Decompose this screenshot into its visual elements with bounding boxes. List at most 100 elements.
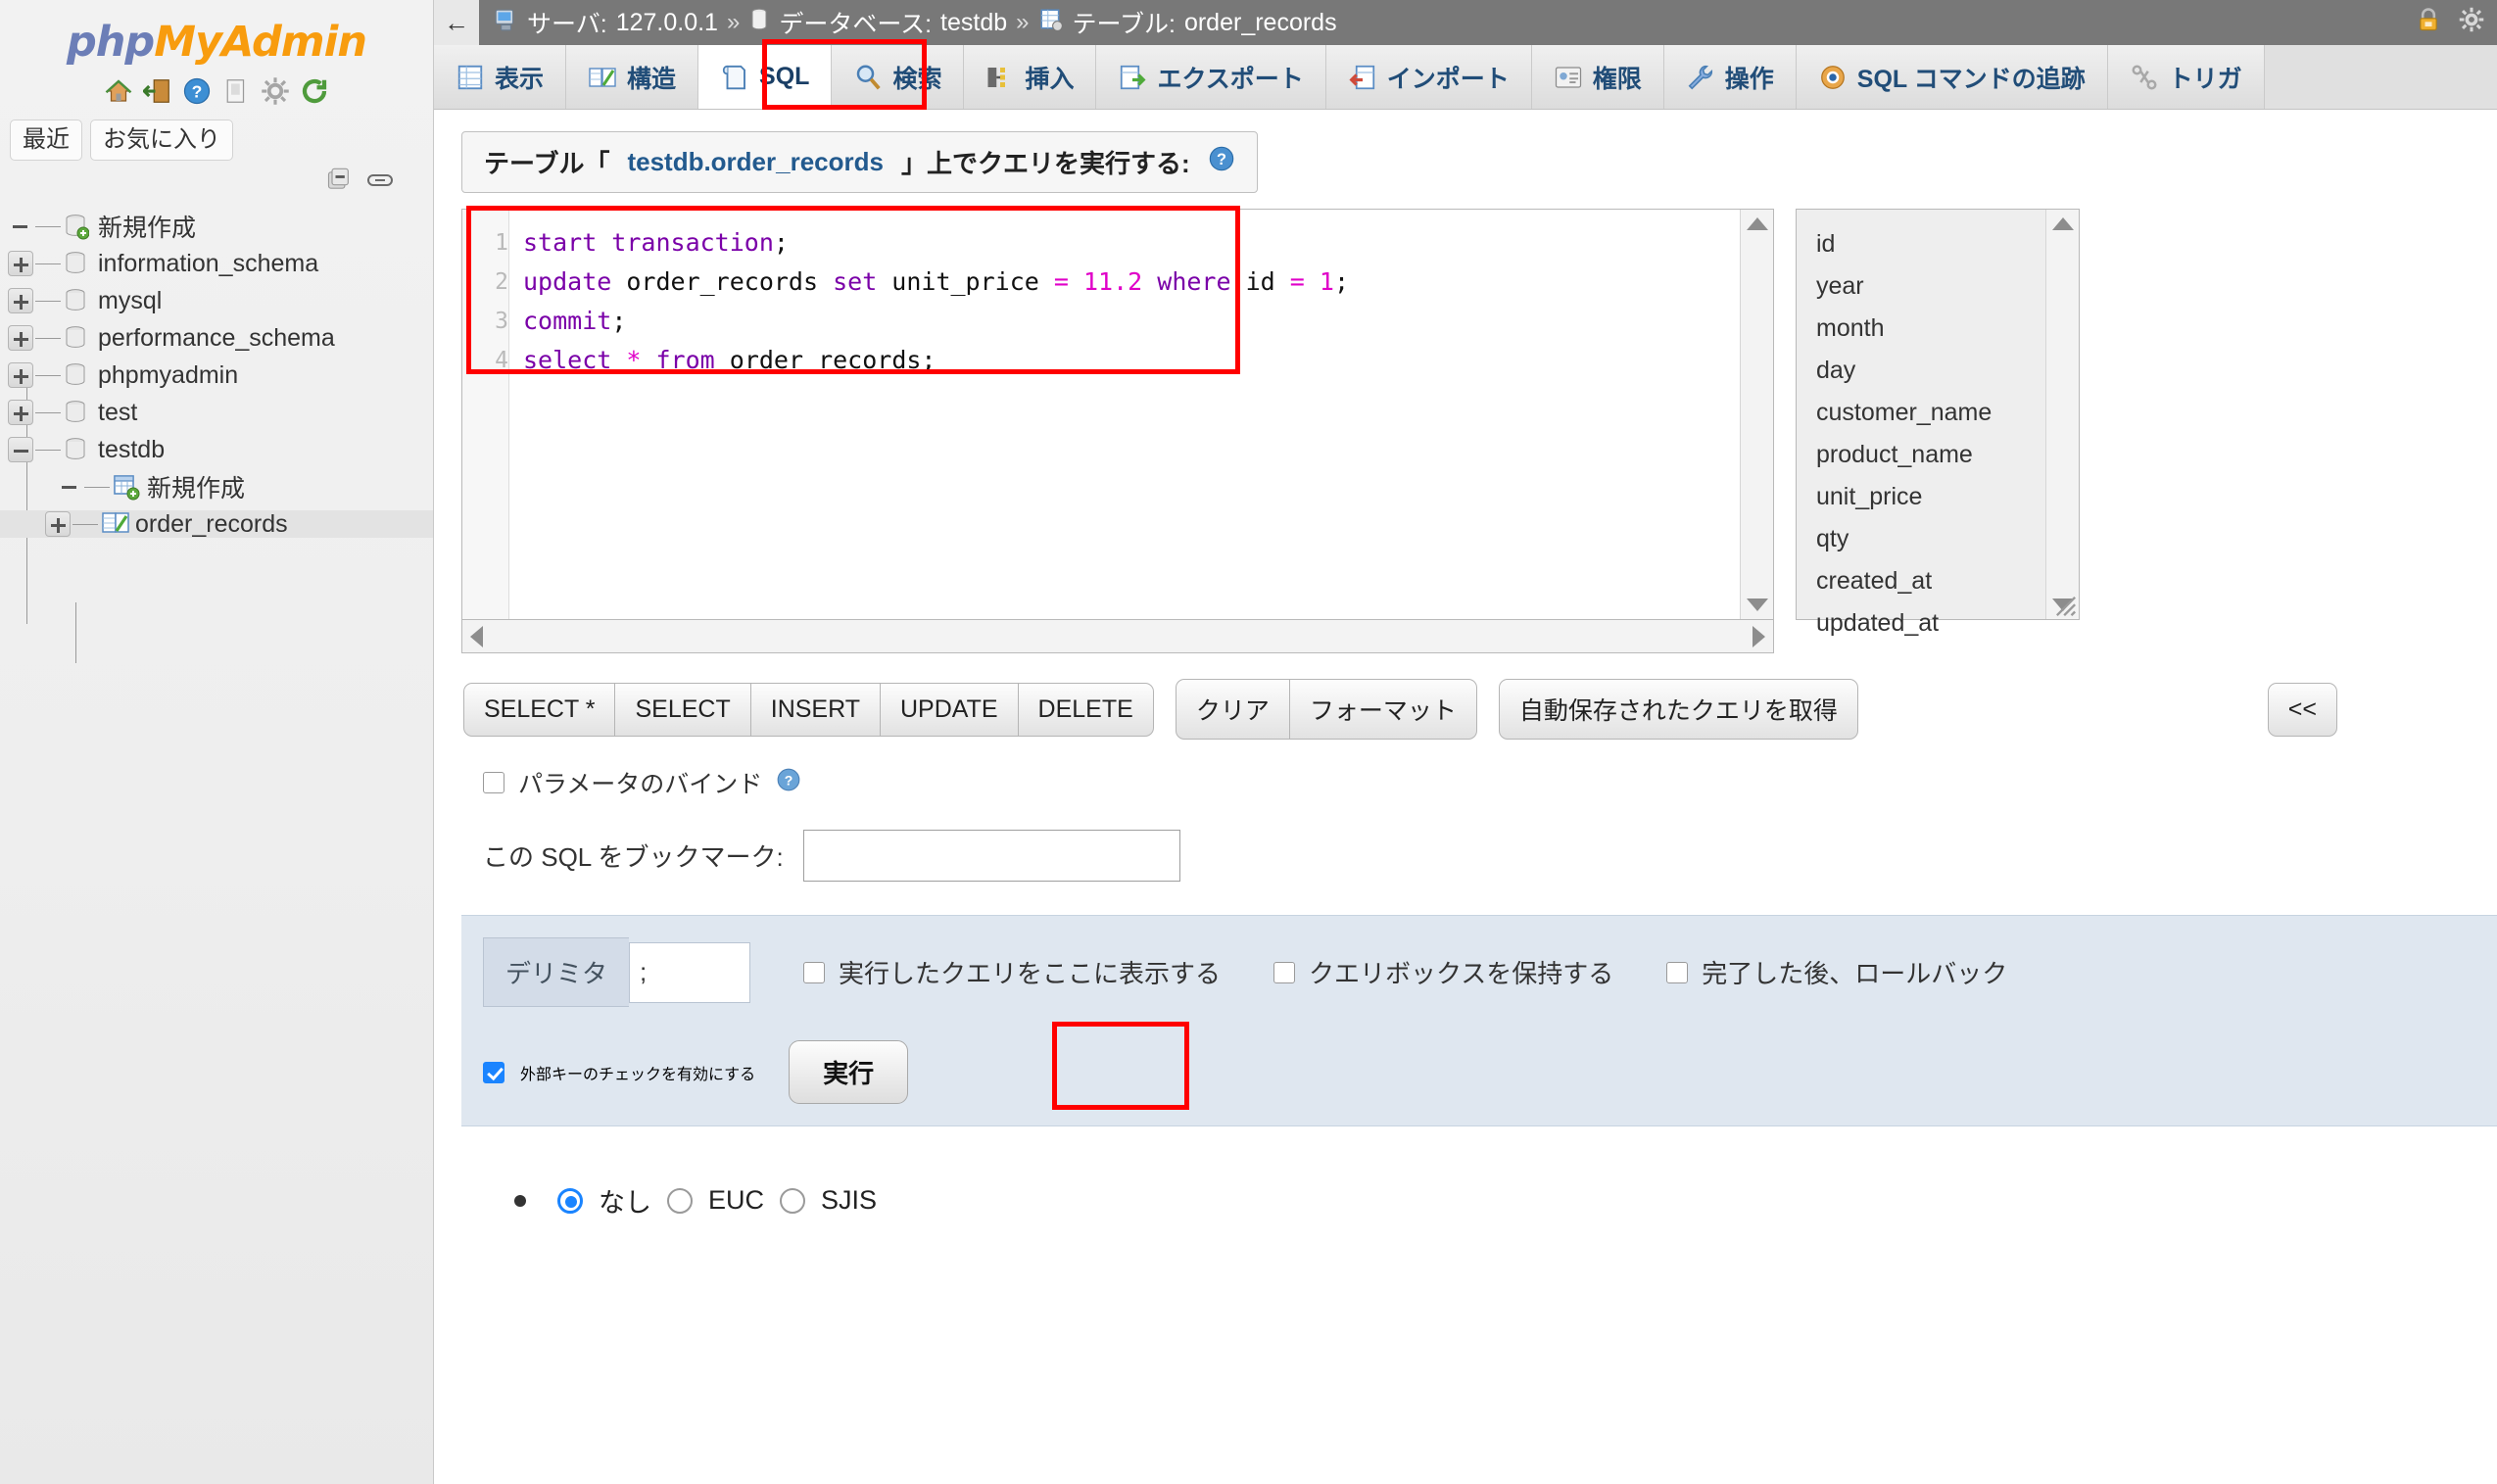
help-icon[interactable]: ? [776,767,801,799]
sql-code[interactable]: start transaction; update order_records s… [509,210,1740,619]
charset-radio-sjis[interactable] [780,1187,806,1214]
tab-insert[interactable]: 挿入 [964,45,1097,109]
breadcrumb-db-label: データベース: [779,11,933,38]
show-query-option[interactable]: 実行したクエリをここに表示する [803,954,1221,990]
list-bullet [514,1194,526,1207]
tree-connector [35,300,61,302]
tree-toggle-collapse[interactable] [8,437,33,463]
tab-operations[interactable]: 操作 [1663,45,1797,109]
charset-radio-none[interactable] [557,1187,583,1214]
tab-import[interactable]: インポート [1325,45,1532,109]
delete-button[interactable]: DELETE [1018,682,1154,737]
tree-item-new-table[interactable]: 新規作成 [0,473,433,503]
tab-export[interactable]: エクスポート [1096,45,1326,109]
tab-search[interactable]: 検索 [832,45,965,109]
settings-icon[interactable] [261,76,290,106]
tree-toggle-expand[interactable] [8,362,33,389]
tree-item-performance-schema[interactable]: performance_schema [0,324,433,352]
recent-tab[interactable]: 最近 [10,120,82,162]
tree-toggle-expand[interactable] [8,325,33,352]
tree-toggle-expand[interactable] [8,400,33,426]
tree-item-new-database[interactable]: 新規作成 [0,213,433,242]
column-item[interactable]: qty [1816,518,2045,560]
rollback-option[interactable]: 完了した後、ロールバック [1666,954,2007,990]
collapse-columns-button[interactable]: << [2267,682,2337,737]
scroll-down-icon[interactable] [1746,598,1768,611]
get-autosaved-query-button[interactable]: 自動保存されたクエリを取得 [1498,679,1858,740]
sql-editor[interactable]: 1 2 3 4 start transaction; update order_r… [461,206,1774,620]
logout-icon[interactable] [142,76,172,106]
docs-icon[interactable] [221,76,251,106]
update-button[interactable]: UPDATE [880,682,1019,737]
select-star-button[interactable]: SELECT * [463,682,616,737]
column-item[interactable]: id [1816,223,2045,265]
help-icon[interactable]: ? [1208,145,1235,179]
help-icon[interactable]: ? [182,76,212,106]
column-vertical-scrollbar[interactable] [2045,210,2079,619]
tree-item-order-records[interactable]: order_records [0,510,433,539]
column-item[interactable]: created_at [1816,560,2045,602]
scroll-left-icon[interactable] [470,625,483,647]
tab-privileges[interactable]: 権限 [1531,45,1664,109]
sql-token: update [523,267,612,296]
tab-triggers[interactable]: トリガ [2107,45,2265,109]
column-item[interactable]: product_name [1816,434,2045,476]
lock-icon[interactable] [2415,6,2442,40]
back-button[interactable]: ← [434,0,479,45]
go-button[interactable]: 実行 [789,1040,909,1104]
scroll-up-icon[interactable] [1746,217,1768,230]
tree-toggle-expand[interactable] [8,251,33,277]
tree-item-phpmyadmin[interactable]: phpmyadmin [0,361,433,389]
column-item[interactable]: unit_price [1816,476,2045,518]
column-list-panel[interactable]: id year month day customer_name product_name u… [1796,209,2080,637]
tree-toggle-expand[interactable] [45,511,71,538]
delimiter-input[interactable] [629,941,751,1003]
bind-params-checkbox[interactable] [483,772,504,793]
breadcrumb-server-value[interactable]: 127.0.0.1 [616,9,718,37]
retain-query-box-checkbox[interactable] [1273,961,1296,983]
scroll-right-icon[interactable] [1753,625,1765,647]
tab-sql[interactable]: SQL [698,45,833,109]
tree-toggle-expand[interactable] [8,288,33,314]
format-button[interactable]: フォーマット [1289,679,1477,740]
tab-browse[interactable]: 表示 [434,45,567,109]
column-list[interactable]: id year month day customer_name product_name u… [1797,210,2045,637]
foreign-key-row: 外部キーのチェックを有効にする 実行 [461,1022,2497,1110]
column-item[interactable]: month [1816,308,2045,350]
phpmyadmin-logo[interactable]: phpMyAdmin [0,0,433,67]
structure-icon [588,63,617,92]
tree-item-testdb[interactable]: testdb [0,436,433,463]
collapse-all-icon[interactable] [325,167,353,199]
reload-icon[interactable] [300,76,329,106]
bookmark-input[interactable] [802,830,1180,882]
show-query-checkbox[interactable] [803,961,826,983]
tree-item-information-schema[interactable]: information_schema [0,250,433,277]
column-item[interactable]: day [1816,350,2045,392]
column-item[interactable]: updated_at [1816,602,2045,645]
sql-token: 11.2 [1083,267,1143,296]
rollback-checkbox[interactable] [1666,961,1689,983]
breadcrumb-table-value[interactable]: order_records [1184,9,1337,37]
home-icon[interactable] [104,76,133,106]
gear-icon[interactable] [2458,6,2485,40]
retain-query-box-option[interactable]: クエリボックスを保持する [1273,954,1613,990]
select-button[interactable]: SELECT [615,682,751,737]
tab-tracking[interactable]: SQL コマンドの追跡 [1796,45,2108,109]
tab-structure[interactable]: 構造 [566,45,699,109]
column-resize-handle[interactable] [2055,596,2077,617]
link-toggle-icon[interactable] [366,170,394,195]
tree-item-test[interactable]: test [0,399,433,426]
editor-horizontal-scrollbar[interactable] [461,620,1774,653]
charset-radio-euc[interactable] [667,1187,693,1214]
editor-vertical-scrollbar[interactable] [1740,210,1773,619]
scroll-up-icon[interactable] [2051,217,2074,230]
insert-button[interactable]: INSERT [750,682,881,737]
column-item[interactable]: year [1816,265,2045,308]
favorites-tab[interactable]: お気に入り [90,120,233,162]
tree-item-mysql[interactable]: mysql [0,287,433,314]
breadcrumb-db-value[interactable]: testdb [940,9,1007,37]
bind-params-label: パラメータのバインド [518,771,763,798]
column-item[interactable]: customer_name [1816,392,2045,434]
clear-button[interactable]: クリア [1175,679,1290,740]
foreign-key-checkbox[interactable] [483,1061,504,1083]
